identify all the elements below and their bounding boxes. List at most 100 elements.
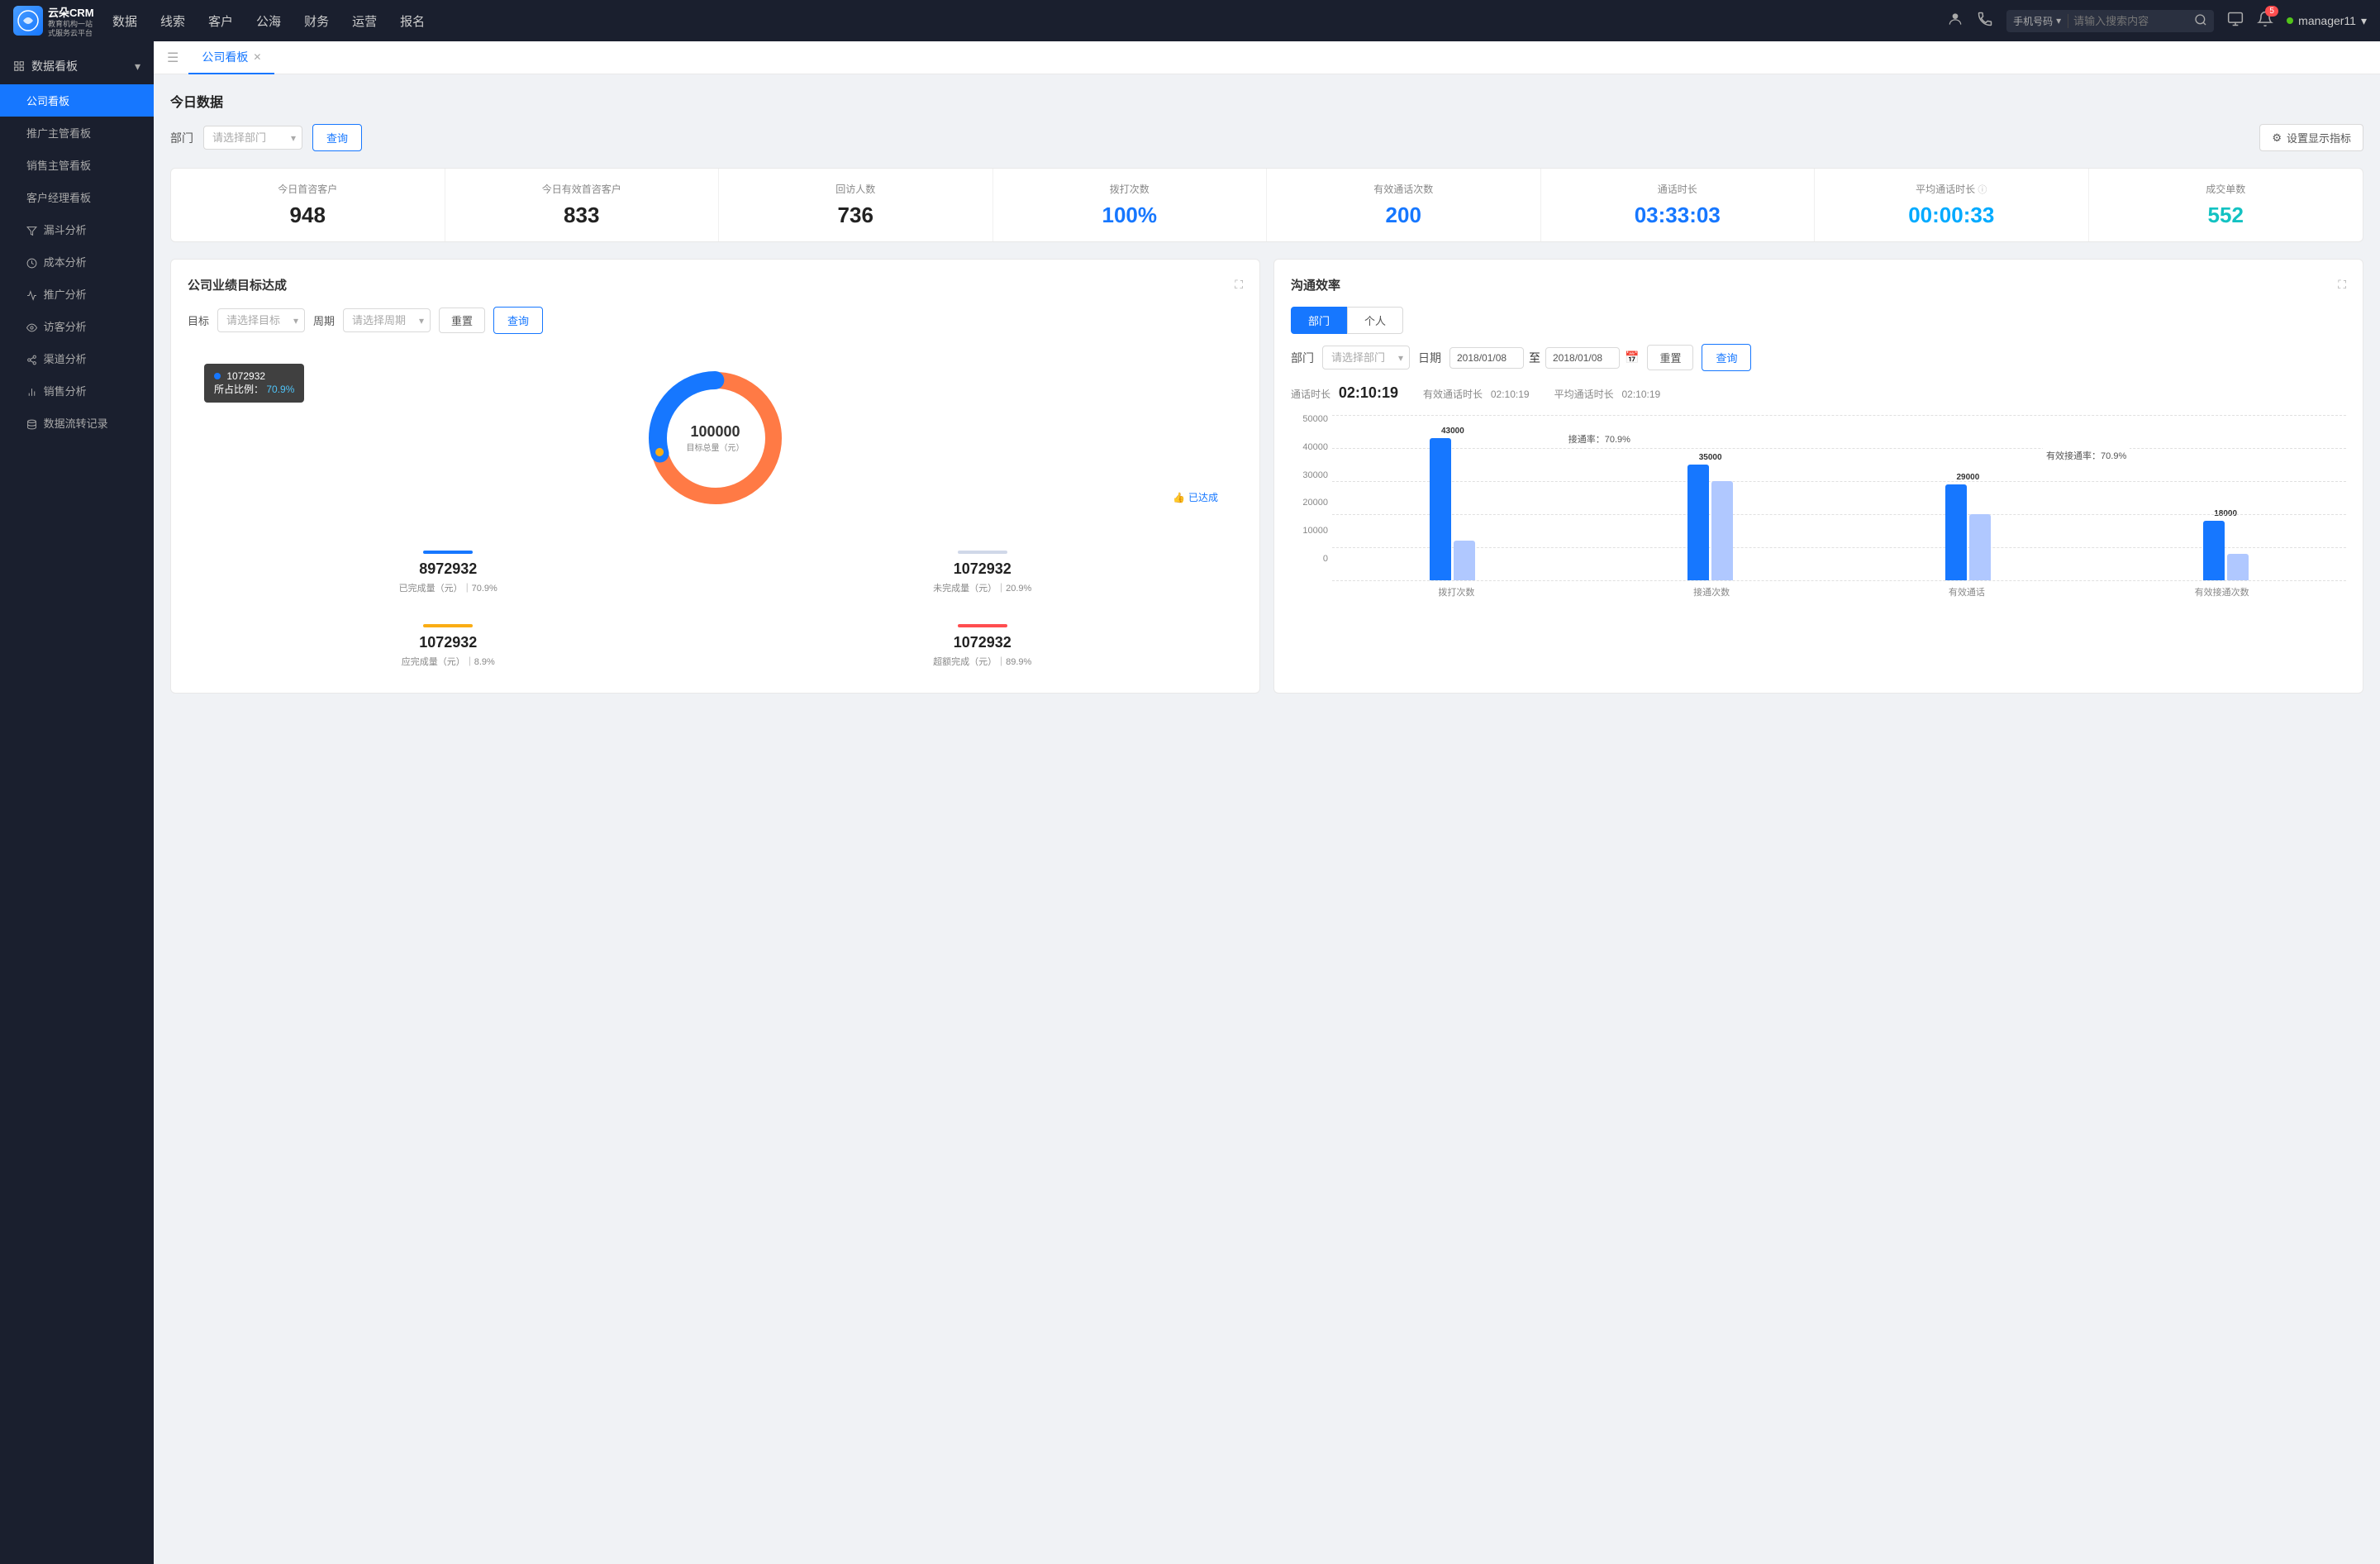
date-to-input[interactable] [1545, 347, 1620, 369]
today-section-title: 今日数据 [170, 91, 2363, 111]
tab-company-board[interactable]: 公司看板 ✕ [188, 41, 274, 74]
dept-select-wrapper: 请选择部门 ▾ [203, 126, 302, 150]
goal-stats: 8972932 已完成量（元）｜70.9% 1072932 未完成量（元）｜20… [188, 542, 1243, 676]
search-type-select[interactable]: 手机号码 ▾ [2013, 14, 2068, 28]
bar-effective-light [1969, 514, 1991, 580]
sidebar-item-channel[interactable]: 渠道分析 [0, 342, 154, 374]
sidebar-item-cost[interactable]: 成本分析 [0, 246, 154, 278]
person-icon[interactable] [1947, 11, 1963, 31]
period-select[interactable]: 请选择周期 [343, 308, 431, 332]
sidebar: 数据看板 ▾ 公司看板 推广主管看板 销售主管看板 客户经理看板 漏斗分析 成本… [0, 41, 154, 1564]
bars-container: 43000 35000 [1291, 415, 2346, 580]
comm-dept-select[interactable]: 请选择部门 [1322, 346, 1410, 370]
calendar-icon[interactable]: 📅 [1625, 350, 1639, 365]
search-box: 手机号码 ▾ [2006, 10, 2214, 32]
sidebar-item-data-flow[interactable]: 数据流转记录 [0, 407, 154, 439]
stat-effective-calls: 有效通话次数 200 [1267, 169, 1541, 241]
sidebar-item-client-mgr[interactable]: 客户经理看板 [0, 181, 154, 213]
comm-dept-label: 部门 [1291, 350, 1314, 366]
goal-stat-incomplete: 1072932 未完成量（元）｜20.9% [722, 542, 1244, 603]
bar-label-18000: 18000 [2214, 509, 2237, 518]
nav-finance[interactable]: 财务 [304, 12, 329, 30]
donut-chart: 100000 目标总量（元） [641, 364, 790, 513]
effective-call-value: 02:10:19 [1491, 389, 1530, 400]
goal-stat-completed: 8972932 已完成量（元）｜70.9% [188, 542, 709, 603]
goal-expand-icon[interactable]: ⛶ [1235, 278, 1243, 292]
x-label-dial: 拨打次数 [1332, 585, 1581, 598]
nav-leads[interactable]: 线索 [160, 12, 185, 30]
notification-icon[interactable]: 5 [2257, 11, 2273, 31]
tooltip-dot [214, 373, 221, 379]
bar-dial-blue [1430, 438, 1451, 580]
settings-icon: ⚙ [2272, 131, 2282, 145]
goal-select[interactable]: 请选择目标 [217, 308, 305, 332]
comm-panel-header: 沟通效率 ⛶ [1291, 276, 2346, 293]
comm-reset-button[interactable]: 重置 [1647, 345, 1693, 370]
bar-connect-light [1711, 481, 1733, 580]
filter-row: 部门 请选择部门 ▾ 查询 ⚙ 设置显示指标 [170, 124, 2363, 151]
settings-display-button[interactable]: ⚙ 设置显示指标 [2259, 124, 2363, 151]
stat-bar-incomplete [958, 551, 1007, 554]
online-status [2287, 17, 2293, 24]
monitor-icon[interactable] [2227, 11, 2244, 31]
nav-operations[interactable]: 运营 [352, 12, 377, 30]
comm-query-button[interactable]: 查询 [1702, 344, 1751, 371]
grid-line-0 [1332, 580, 2346, 581]
bar-label-29000: 29000 [1956, 473, 1979, 482]
sidebar-item-funnel[interactable]: 漏斗分析 [0, 213, 154, 246]
goal-panel-header: 公司业绩目标达成 ⛶ [188, 276, 1243, 293]
dept-select[interactable]: 请选择部门 [203, 126, 302, 150]
sidebar-item-visitor[interactable]: 访客分析 [0, 310, 154, 342]
today-query-button[interactable]: 查询 [312, 124, 362, 151]
goal-label: 目标 [188, 312, 209, 328]
content-area: ☰ 公司看板 ✕ 今日数据 部门 请选择部门 ▾ 查询 ⚙ [154, 41, 2380, 1564]
sidebar-item-company-board[interactable]: 公司看板 [0, 84, 154, 117]
nav-customer[interactable]: 客户 [208, 12, 233, 30]
search-input[interactable] [2073, 15, 2189, 27]
nav-data[interactable]: 数据 [112, 12, 137, 30]
sidebar-section-header[interactable]: 数据看板 ▾ [0, 48, 154, 84]
goal-stat-should-complete: 1072932 应完成量（元）｜8.9% [188, 616, 709, 676]
comm-expand-icon[interactable]: ⛶ [2338, 278, 2346, 292]
bar-dial-light [1454, 541, 1475, 580]
bar-group-connect: 35000 接通率：70.9% [1590, 415, 1831, 580]
bar-eff-connect-blue [2203, 521, 2225, 580]
sidebar-item-sales[interactable]: 销售分析 [0, 374, 154, 407]
stat-effective-consult: 今日有效首咨客户 833 [445, 169, 720, 241]
comm-tab-personal[interactable]: 个人 [1347, 307, 1403, 334]
goal-reset-button[interactable]: 重置 [439, 308, 485, 333]
date-from-input[interactable] [1449, 347, 1524, 369]
phone-icon[interactable] [1977, 11, 1993, 31]
search-icon[interactable] [2194, 13, 2207, 29]
y-axis: 50000 40000 30000 20000 10000 0 [1291, 415, 1328, 564]
sidebar-item-promo-analysis[interactable]: 推广分析 [0, 278, 154, 310]
avg-call-value: 02:10:19 [1622, 389, 1661, 400]
logo: 云朵CRM 教育机构一站式服务云平台 [13, 4, 96, 38]
call-duration-label: 通话时长 [1291, 389, 1330, 400]
comm-stats-summary: 通话时长 02:10:19 有效通话时长 02:10:19 平均通话时长 02:… [1291, 384, 2346, 402]
bar-group-effective-connect: 18000 [2105, 415, 2346, 580]
tab-close-icon[interactable]: ✕ [253, 51, 261, 63]
comm-filters: 部门 请选择部门 ▾ 日期 至 📅 [1291, 344, 2346, 371]
page-content: 今日数据 部门 请选择部门 ▾ 查询 ⚙ 设置显示指标 [154, 74, 2380, 1564]
nav-registration[interactable]: 报名 [400, 12, 425, 30]
stat-bar-completed [423, 551, 473, 554]
nav-items: 数据 线索 客户 公海 财务 运营 报名 [112, 12, 1947, 30]
notification-badge: 5 [2265, 6, 2278, 17]
comm-tab-dept[interactable]: 部门 [1291, 307, 1347, 334]
x-axis-labels: 拨打次数 接通次数 有效通话 有效接通次数 [1291, 585, 2346, 598]
sidebar-item-sales-mgr[interactable]: 销售主管看板 [0, 149, 154, 181]
nav-public[interactable]: 公海 [256, 12, 281, 30]
sidebar-item-promo-mgr[interactable]: 推广主管看板 [0, 117, 154, 149]
goal-panel-title: 公司业绩目标达成 [188, 276, 287, 293]
user-info[interactable]: manager11 ▾ [2287, 14, 2367, 28]
sidebar-collapse-icon[interactable]: ▾ [135, 60, 140, 74]
stat-deals: 成交单数 552 [2089, 169, 2363, 241]
tab-toggle-icon[interactable]: ☰ [167, 50, 178, 66]
bar-eff-connect-light [2227, 554, 2249, 580]
avg-call-label: 平均通话时长 [1554, 389, 1614, 400]
stat-dial-count: 拨打次数 100% [993, 169, 1268, 241]
goal-query-button[interactable]: 查询 [493, 307, 543, 334]
effective-rate-label: 有效接通率：70.9% [2043, 448, 2130, 463]
avg-duration-help-icon: ⓘ [1978, 185, 1987, 195]
